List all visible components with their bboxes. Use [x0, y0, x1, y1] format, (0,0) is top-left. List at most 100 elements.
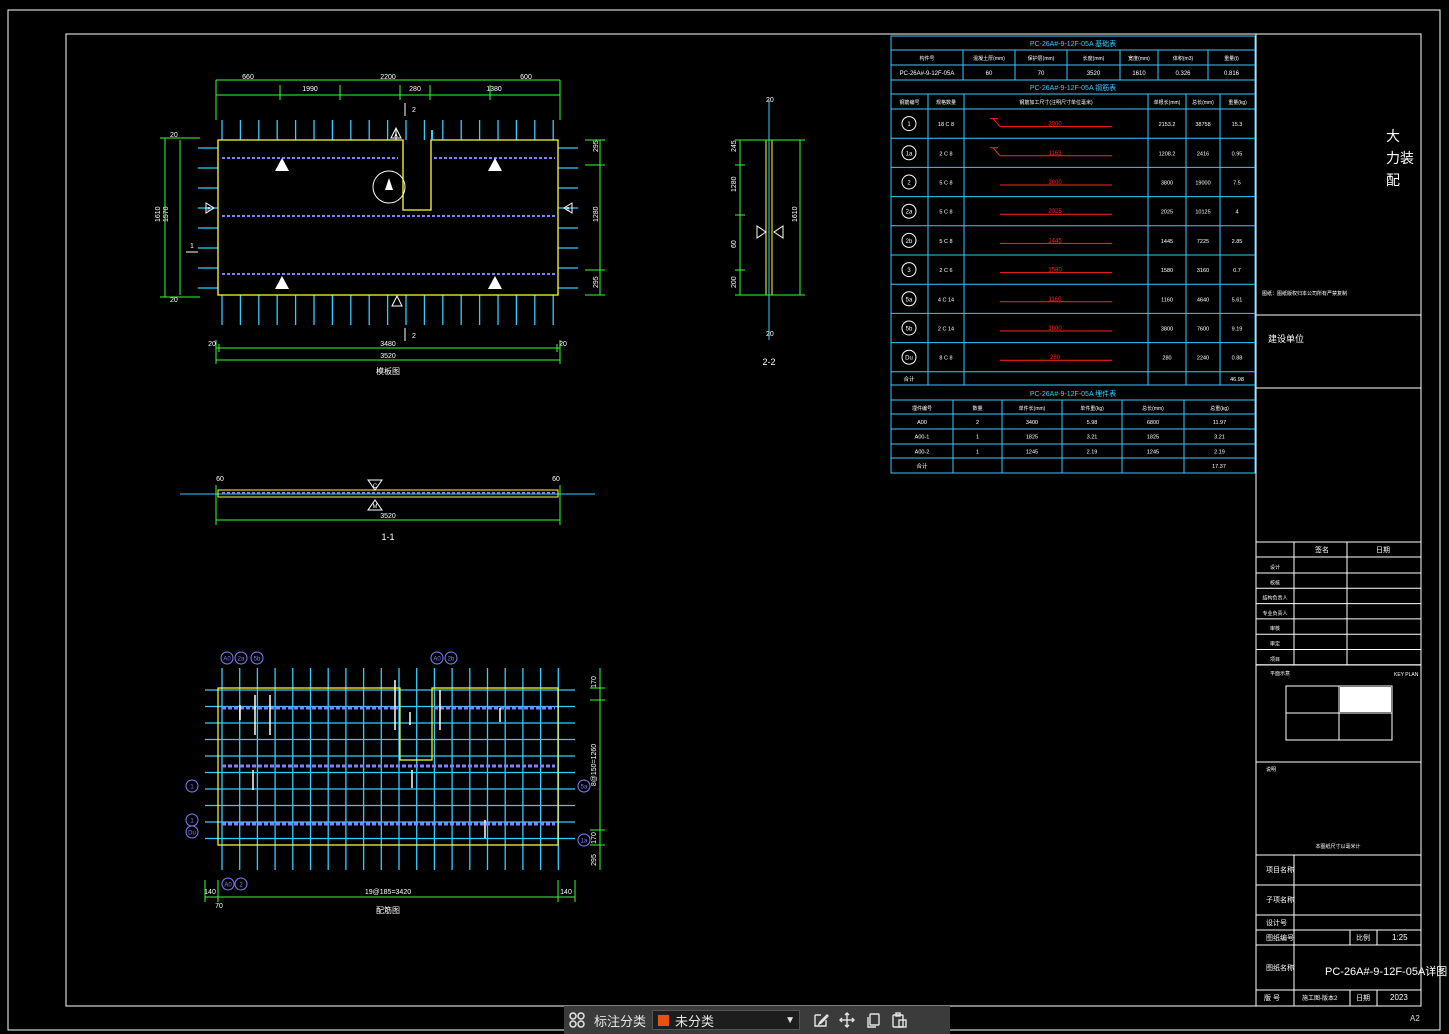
logo-text-3: 配: [1386, 172, 1400, 188]
plan-left-dim-3: 1610: [155, 206, 162, 222]
plan-bottom-dim-1: 20: [208, 341, 216, 348]
basic-table-title: PC-26A#-9-12F-05A 基础表: [1030, 39, 1116, 48]
rebar-wt-6: 5.61: [1232, 297, 1243, 303]
rebar-callout-top-3: A0: [433, 657, 441, 663]
logo-text-1: 大: [1386, 128, 1400, 144]
plan-bottom-dim-2: 3480: [380, 341, 396, 348]
rebar-callout-top-4: 2b: [448, 657, 455, 663]
sign-row-1: 校核: [1270, 579, 1280, 586]
rebar-dim-1: 140: [204, 889, 216, 896]
embed-cell-1-0: A00-1: [915, 435, 930, 441]
paste-icon[interactable]: [886, 1007, 912, 1033]
rebar-len-6: 1160: [1161, 297, 1173, 303]
rebar-total-8: 2240: [1197, 356, 1209, 362]
key-plan-right: KEY PLAN: [1394, 672, 1419, 678]
embed-cell-2-1: 1: [976, 449, 979, 455]
version-value: 施工图-版本2: [1302, 994, 1338, 1002]
copy-icon[interactable]: [860, 1007, 886, 1033]
rebar-no-6: 5a: [906, 297, 913, 303]
embed-cell-2-0: A00-2: [915, 449, 930, 455]
rebar-shape-1: 1163: [1049, 151, 1063, 157]
plan-right-dim-2: 1280: [593, 206, 600, 222]
rebar-spec-0: 18 C 8: [938, 122, 954, 128]
rebar-total-0: 38758: [1195, 122, 1210, 128]
key-plan-highlight: [1340, 687, 1391, 712]
rebar-wt-1: 0.95: [1232, 151, 1243, 157]
edit-icon[interactable]: [808, 1007, 834, 1033]
rebar-wt-8: 0.88: [1232, 356, 1243, 362]
basic-header-1: 混凝土厚(mm): [973, 55, 1005, 62]
move-icon[interactable]: [834, 1007, 860, 1033]
rebar-rdim-4: 295: [591, 854, 598, 866]
rebar-total-1: 2416: [1197, 151, 1209, 157]
rebar-header-3: 单根长(mm): [1154, 99, 1181, 106]
embed-cell-0-0: A00: [917, 420, 927, 426]
rebar-total-value: 46.98: [1230, 377, 1244, 383]
embed-header-0: 埋件编号: [912, 405, 932, 412]
s22-dim-2: 1280: [731, 176, 738, 192]
plan-top-dim-5: 1380: [486, 86, 502, 93]
grid-icon[interactable]: [564, 1007, 590, 1033]
plan-marker-2: B: [207, 207, 211, 213]
annotation-category-label: 标注分类: [594, 1013, 647, 1029]
annotation-category-select[interactable]: 未分类 ▼: [652, 1010, 801, 1030]
plan-top-dim-6: 600: [520, 74, 532, 81]
drawing-name: PC-26A#-9-12F-05A详图: [1325, 964, 1447, 978]
embed-header-5: 总重(kg): [1210, 405, 1229, 412]
rebar-hook: [990, 118, 1001, 127]
rebar-spec-5: 2 C 6: [939, 268, 952, 274]
embed-cell-0-1: 2: [976, 420, 979, 426]
embed-cell-1-1: 1: [976, 435, 979, 441]
basic-cell-4: 1610: [1132, 71, 1146, 77]
plan-top-dim-3: 2200: [380, 74, 396, 81]
rebar-view: A0 2a 5b A0 2b11Du5a1aA0 2 140 19@185=3420 14…: [185, 651, 605, 915]
rebar-spec-7: 2 C 14: [938, 327, 954, 333]
rebar-len-0: 2153.2: [1159, 122, 1176, 128]
company-line: 图纸：图纸版权归本公司所有严禁复制: [1262, 290, 1347, 297]
plan-section-2-top: 2: [412, 107, 416, 114]
rebar-rdim-2: 8@150=1260: [591, 744, 598, 786]
chevron-down-icon: ▼: [785, 1014, 796, 1026]
rebar-header-1: 规格数量: [936, 99, 956, 106]
s22-dim-3: 60: [731, 240, 738, 248]
s22-dim-5: 1610: [792, 206, 799, 222]
scale-value: 1:25: [1392, 933, 1408, 942]
embed-table-title: PC-26A#-9-12F-05A 埋件表: [1030, 389, 1116, 398]
rebar-total-7: 7600: [1197, 327, 1209, 333]
basic-header-3: 长度(mm): [1083, 55, 1105, 62]
version-label: 版 号: [1264, 993, 1280, 1002]
rebar-wt-7: 9.19: [1232, 327, 1243, 333]
rebar-spec-4: 5 C 8: [939, 239, 952, 245]
basic-cell-6: 0.816: [1224, 71, 1240, 77]
rebar-shape-4: 1445: [1048, 238, 1062, 244]
category-color-swatch: [657, 1013, 671, 1027]
embed-header-2: 单件长(mm): [1019, 405, 1046, 412]
plan-bottom-dim-3: 20: [559, 341, 567, 348]
rebar-shape-3: 2025: [1048, 209, 1062, 215]
rebar-total-4: 7225: [1197, 239, 1209, 245]
embed-cell-1-4: 1825: [1147, 435, 1159, 441]
rebar-wt-2: 7.5: [1233, 181, 1241, 187]
sign-row-3: 专业负责人: [1262, 610, 1287, 617]
rebar-total-2: 19000: [1195, 181, 1210, 187]
plan-section-1: 1: [190, 243, 194, 250]
embed-cell-2-2: 1245: [1026, 449, 1038, 455]
plan-right-dim-1: 295: [593, 140, 600, 152]
section-2-2-view: 20 245 1280 60 200 1610 20 2-2: [731, 97, 805, 367]
rebar-shape-7: 3800: [1048, 326, 1062, 332]
rebar-wt-5: 0.7: [1233, 268, 1241, 274]
rebar-rdim-1: 170: [591, 676, 598, 688]
cad-drawing-canvas[interactable]: 660 1990 2200 280 1380 600 2 2 1 20 1570…: [0, 0, 1449, 1034]
basic-cell-2: 70: [1038, 71, 1045, 77]
rebar-title: 配筋图: [376, 905, 400, 915]
embed-total-value: 17.37: [1212, 464, 1226, 470]
s11-dim-3: 3520: [380, 513, 396, 520]
sign-row-2: 结构负责人: [1262, 595, 1287, 602]
s22-dim-4: 200: [731, 276, 738, 288]
embed-cell-2-3: 2.19: [1087, 449, 1098, 455]
embed-cell-1-3: 3.21: [1087, 435, 1098, 441]
plan-left-dim-4: 20: [170, 297, 178, 304]
rebar-no-0: 1: [907, 122, 911, 128]
rebar-wt-3: 4: [1235, 210, 1238, 216]
basic-header-0: 构件号: [919, 55, 934, 62]
